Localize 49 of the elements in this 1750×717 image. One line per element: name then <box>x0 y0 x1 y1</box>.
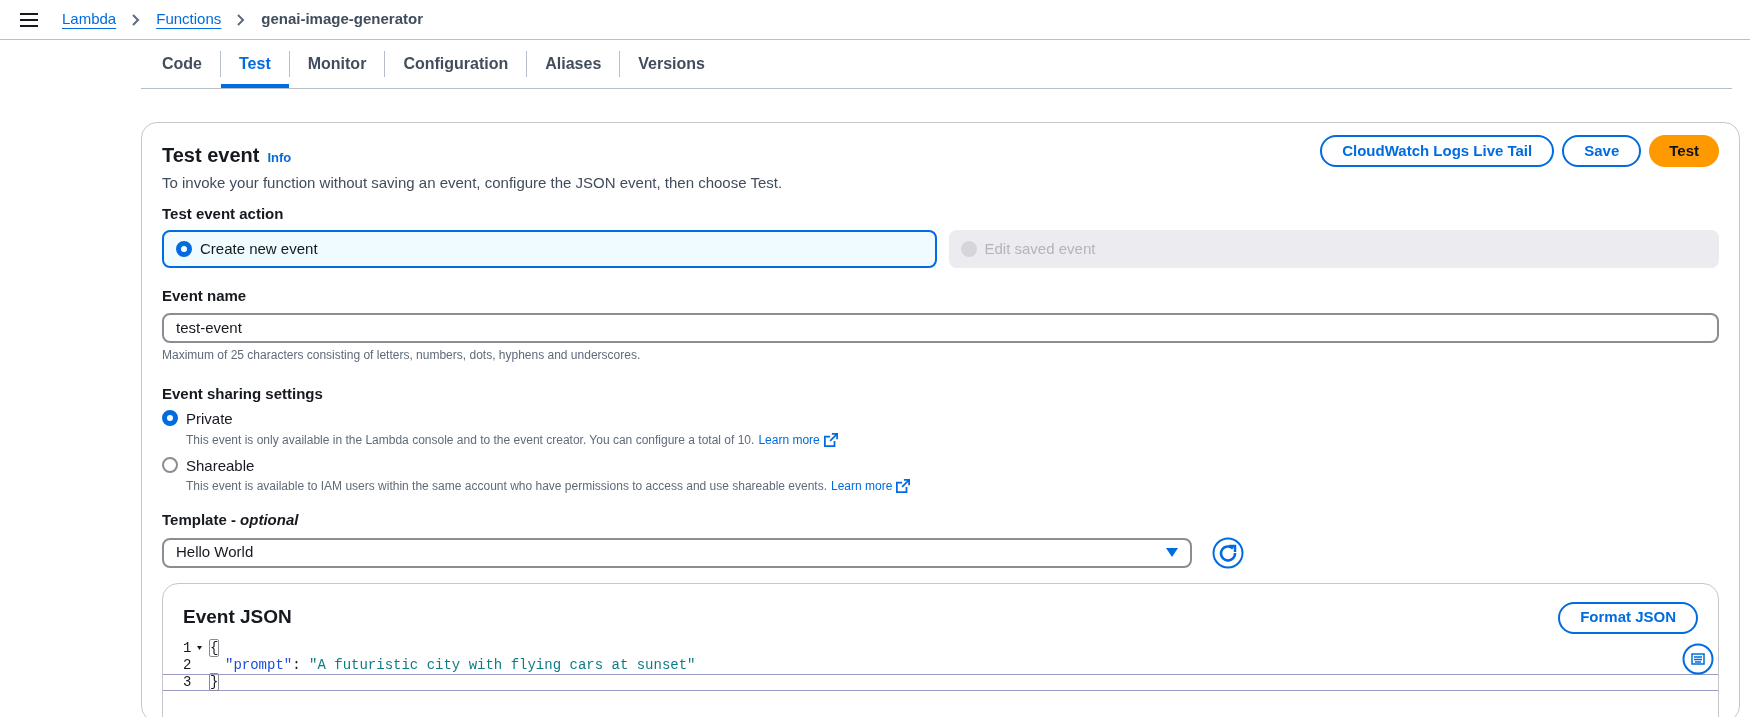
tab[interactable]: Monitor <box>289 40 385 88</box>
info-link[interactable]: Info <box>267 148 292 168</box>
field-label: Event sharing settings <box>162 383 324 404</box>
format-json-button[interactable]: Format JSON <box>1558 601 1698 634</box>
external-link-icon <box>823 432 838 447</box>
external-link-icon <box>896 479 911 493</box>
refresh-icon[interactable] <box>1212 536 1244 569</box>
radio-button[interactable] <box>162 410 178 426</box>
radio-button[interactable] <box>162 456 178 473</box>
tab[interactable]: Versions <box>620 40 723 88</box>
test-button[interactable]: Test <box>1649 135 1719 167</box>
breadcrumb-current: genai-image-generator <box>261 9 423 30</box>
radio-label[interactable]: Private <box>186 408 838 431</box>
learn-more-link[interactable]: Learn more <box>831 477 911 495</box>
breadcrumb-link[interactable]: Functions <box>156 8 222 31</box>
menu-icon[interactable] <box>20 12 38 27</box>
outline-button[interactable]: Save <box>1562 135 1642 167</box>
keyboard-icon[interactable] <box>1682 642 1714 675</box>
field-hint: Maximum of 25 characters consisting of letters, numbers, dots, hyphens and underscores. <box>162 346 642 364</box>
field-label: Test event action <box>162 203 285 224</box>
line-number: 2 <box>183 655 192 675</box>
tab[interactable]: Test <box>221 40 289 88</box>
code-text: { <box>209 637 220 659</box>
chevron-right-icon <box>237 13 246 26</box>
editor-title: Event JSON <box>183 605 292 630</box>
radio-label[interactable]: Shareable <box>186 454 911 477</box>
line-number: 1 <box>183 638 192 658</box>
tab[interactable]: Code <box>144 40 220 88</box>
option-description: This event is available to IAM users within the same account who have permissions to access and use shareable events. <box>186 478 827 495</box>
outline-button[interactable]: CloudWatch Logs Live Tail <box>1320 135 1555 167</box>
field-label: Event name <box>162 286 248 306</box>
template-select[interactable]: Hello World <box>162 537 1192 568</box>
line-number: 3 <box>183 672 192 692</box>
code-text: } <box>209 671 220 693</box>
fold-caret-icon[interactable] <box>197 646 202 650</box>
field-label: Template - optional <box>162 510 300 530</box>
radio-button[interactable] <box>176 241 192 257</box>
learn-more-link[interactable]: Learn more <box>758 430 838 449</box>
event-name-input[interactable]: test-event <box>162 312 1719 343</box>
breadcrumb-link[interactable]: Lambda <box>62 8 117 31</box>
action-option[interactable]: Create new event <box>162 230 937 268</box>
panel-title: Test event <box>162 143 260 168</box>
tab[interactable]: Configuration <box>385 40 527 88</box>
tab[interactable]: Aliases <box>527 40 620 88</box>
option-description: This event is only available in the Lambda console and to the event creator. You can configure a total of 10. <box>186 431 755 449</box>
code-text: "prompt": "A futuristic city with flying cars at sunset" <box>224 655 696 675</box>
panel-description: To invoke your function without saving an event, configure the JSON event, then choose Test. <box>162 173 784 193</box>
chevron-right-icon <box>132 13 141 26</box>
caret-down-icon <box>1166 548 1178 557</box>
